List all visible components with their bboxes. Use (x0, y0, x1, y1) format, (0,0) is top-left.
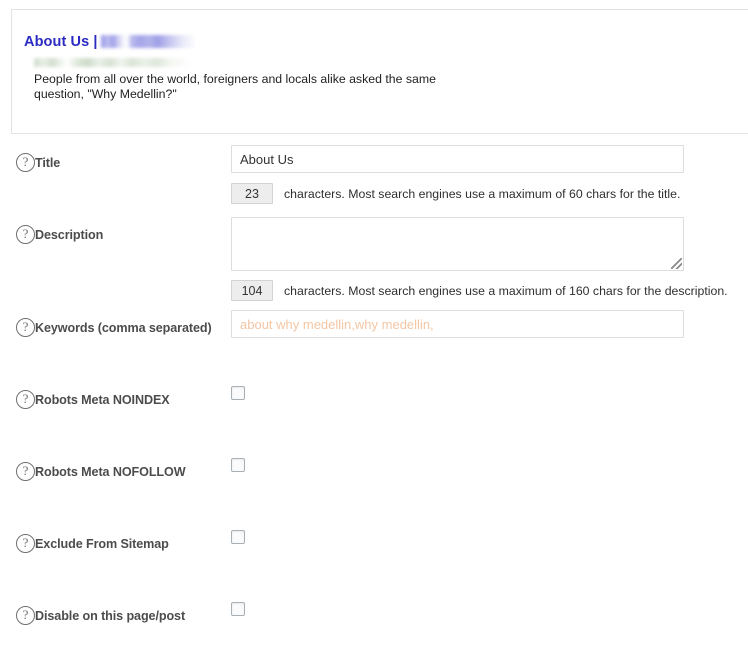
preview-url-redacted (34, 58, 192, 67)
seo-settings-form: ? Title characters. Most search engines … (0, 145, 748, 657)
title-counter-note: characters. Most search engines use a ma… (284, 186, 681, 201)
description-textarea[interactable] (231, 217, 684, 271)
help-icon[interactable]: ? (16, 153, 35, 172)
search-snippet-preview: About Us | People from all over the worl… (11, 9, 748, 134)
field-cell-robots-noindex (231, 386, 245, 405)
label-robots-nofollow: ? Robots Meta NOFOLLOW (16, 462, 186, 481)
preview-title-line: About Us | (24, 34, 748, 50)
label-robots-nofollow-text: Robots Meta NOFOLLOW (35, 464, 186, 479)
label-disable-page: ? Disable on this page/post (16, 606, 185, 625)
field-cell-robots-nofollow (231, 458, 245, 477)
field-row-disable-page: ? Disable on this page/post (0, 598, 748, 657)
field-row-description: ? Description characters. Most search en… (0, 217, 748, 310)
label-keywords-text: Keywords (comma separated) (35, 320, 212, 335)
keywords-input[interactable] (231, 310, 684, 338)
label-robots-noindex-text: Robots Meta NOINDEX (35, 392, 170, 407)
field-cell-title (231, 145, 684, 173)
label-exclude-sitemap: ? Exclude From Sitemap (16, 534, 169, 553)
description-counter-line: characters. Most search engines use a ma… (231, 280, 728, 301)
label-title: ? Title (16, 153, 60, 172)
seo-meta-box-page: About Us | People from all over the worl… (0, 0, 748, 657)
title-character-count (231, 183, 273, 204)
help-icon[interactable]: ? (16, 318, 35, 337)
description-counter-note: characters. Most search engines use a ma… (284, 283, 728, 298)
help-icon[interactable]: ? (16, 462, 35, 481)
disable-page-checkbox[interactable] (231, 602, 245, 616)
label-title-text: Title (35, 155, 61, 170)
field-row-robots-nofollow: ? Robots Meta NOFOLLOW (0, 454, 748, 526)
description-character-count (231, 280, 273, 301)
field-cell-disable-page (231, 602, 245, 621)
exclude-sitemap-checkbox[interactable] (231, 530, 245, 544)
field-cell-exclude-sitemap (231, 530, 245, 549)
field-row-robots-noindex: ? Robots Meta NOINDEX (0, 382, 748, 454)
robots-nofollow-checkbox[interactable] (231, 458, 245, 472)
label-description-text: Description (35, 227, 104, 242)
title-counter-line: characters. Most search engines use a ma… (231, 183, 680, 204)
label-exclude-sitemap-text: Exclude From Sitemap (35, 536, 169, 551)
field-row-exclude-sitemap: ? Exclude From Sitemap (0, 526, 748, 598)
label-keywords: ? Keywords (comma separated) (16, 318, 212, 337)
robots-noindex-checkbox[interactable] (231, 386, 245, 400)
field-cell-keywords (231, 310, 684, 338)
preview-description: People from all over the world, foreigne… (34, 72, 436, 101)
title-input[interactable] (231, 145, 684, 173)
label-description: ? Description (16, 225, 103, 244)
field-row-keywords: ? Keywords (comma separated) (0, 310, 748, 382)
preview-title-text: About Us | (24, 34, 98, 50)
description-textarea-wrap (231, 217, 684, 271)
help-icon[interactable]: ? (16, 606, 35, 625)
label-robots-noindex: ? Robots Meta NOINDEX (16, 390, 170, 409)
help-icon[interactable]: ? (16, 534, 35, 553)
field-row-title: ? Title characters. Most search engines … (0, 145, 748, 217)
help-icon[interactable]: ? (16, 225, 35, 244)
preview-site-name-redacted (100, 35, 194, 48)
field-cell-description (231, 217, 684, 271)
label-disable-page-text: Disable on this page/post (35, 608, 186, 623)
help-icon[interactable]: ? (16, 390, 35, 409)
